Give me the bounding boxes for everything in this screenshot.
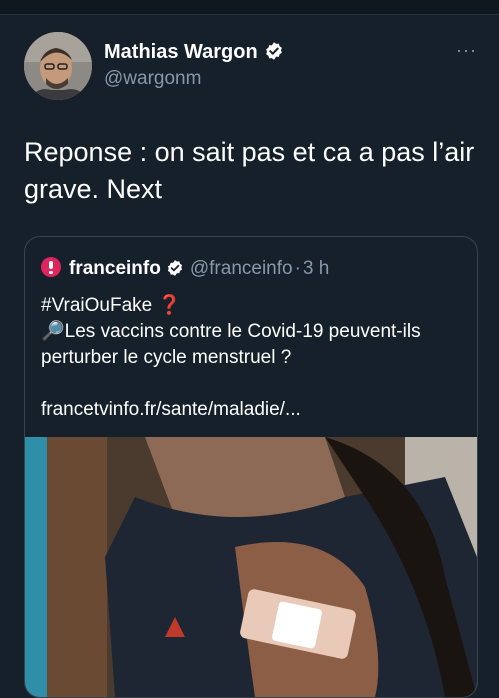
magnifying-glass-emoji-icon: 🔎 (41, 321, 65, 342)
more-options-icon[interactable]: ··· (456, 40, 477, 61)
hashtag[interactable]: #VraiOuFake (41, 295, 152, 316)
quoted-tweet-body: #VraiOuFake ❓ 🔎Les vaccins contre le Cov… (41, 293, 461, 371)
separator-dot: · (294, 258, 301, 279)
author-name-row[interactable]: Mathias Wargon (104, 41, 284, 64)
status-bar-strip (0, 0, 499, 15)
question-mark-emoji-icon: ❓ (157, 295, 182, 316)
author-handle[interactable]: @wargonm (104, 68, 201, 90)
avatar-photo (24, 32, 92, 100)
timestamp[interactable]: 3 h (303, 258, 329, 279)
quoted-author-handle[interactable]: @franceinfo (190, 258, 293, 279)
avatar[interactable] (24, 32, 92, 100)
article-image[interactable] (25, 437, 477, 697)
franceinfo-logo-icon[interactable] (41, 257, 61, 277)
verified-badge-icon (167, 260, 182, 276)
tweet-text: Reponse : on sait pas et ca a pas l’air … (24, 137, 475, 204)
quoted-tweet-card[interactable]: franceinfo @franceinfo · 3 h #VraiOuFake ❓ … (24, 236, 478, 698)
article-link[interactable]: francetvinfo.fr/sante/maladie/... (41, 399, 301, 421)
vaccination-photo (25, 437, 477, 697)
quoted-tweet-text: Les vaccins contre le Covid-19 peuvent-i… (41, 321, 421, 368)
quoted-author-name[interactable]: franceinfo (69, 258, 161, 279)
quoted-tweet-header: franceinfo @franceinfo · 3 h (41, 257, 329, 280)
author-name[interactable]: Mathias Wargon (104, 41, 258, 63)
verified-badge-icon (265, 42, 282, 60)
hashtag-line: #VraiOuFake ❓ (41, 293, 461, 319)
body-line: 🔎Les vaccins contre le Covid-19 peuvent-… (41, 319, 461, 371)
